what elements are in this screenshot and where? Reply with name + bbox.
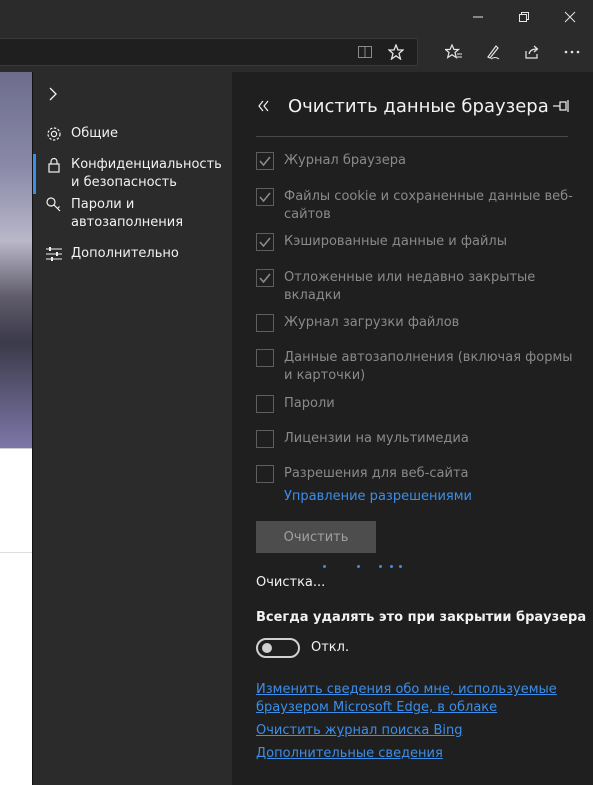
- lock-icon: [45, 156, 63, 174]
- checkbox-label: Разрешения для веб-сайта: [284, 466, 469, 481]
- share-icon: [525, 45, 539, 59]
- checkmark-icon: [259, 237, 271, 248]
- close-icon: [564, 11, 576, 23]
- checkbox-label: Отложенные или недавно закрытые вкладки: [284, 270, 536, 303]
- double-chevron-left-icon: [258, 100, 269, 112]
- page-divider: [0, 552, 32, 553]
- favorites-hub-button[interactable]: [439, 38, 469, 66]
- back-button[interactable]: [256, 98, 272, 114]
- pin-button[interactable]: [552, 98, 570, 114]
- checkmark-icon: [259, 273, 271, 284]
- chevron-right-icon: [49, 87, 57, 101]
- favorite-button[interactable]: [381, 38, 411, 66]
- checkbox-tabs[interactable]: [256, 269, 274, 287]
- minimize-button[interactable]: [455, 0, 501, 34]
- checkbox-label: Лицензии на мультимедиа: [284, 431, 469, 446]
- clear-button[interactable]: Очистить: [256, 521, 376, 553]
- checkbox-label: Кэшированные данные и файлы: [284, 234, 507, 249]
- checkbox-media-licenses[interactable]: [256, 430, 274, 448]
- checkbox-cached-data[interactable]: [256, 233, 274, 251]
- toggle-knob: [262, 643, 272, 653]
- checkbox-label: Журнал загрузки файлов: [284, 315, 460, 330]
- checkbox-autofill[interactable]: [256, 349, 274, 367]
- share-button[interactable]: [517, 38, 547, 66]
- star-icon: [388, 44, 404, 60]
- book-icon: [358, 46, 372, 58]
- title-bar: [0, 0, 593, 34]
- checkbox-label: Пароли: [284, 396, 335, 411]
- checkmark-icon: [259, 192, 271, 203]
- more-icon: [564, 50, 580, 54]
- page-image: [0, 72, 32, 449]
- edge-cloud-info-link[interactable]: Изменить сведения обо мне, используемые …: [256, 681, 576, 717]
- checkbox-label: Журнал браузера: [284, 153, 406, 168]
- expand-nav-button[interactable]: [45, 86, 61, 102]
- minimize-icon: [473, 16, 483, 18]
- nav-item-label: Пароли и автозаполнения: [71, 197, 184, 230]
- reading-view-button[interactable]: [350, 38, 380, 66]
- settings-nav: Общие Конфиденциальность и безопасность …: [32, 72, 232, 785]
- nav-item-label: Общие: [71, 126, 118, 141]
- key-icon: [45, 196, 63, 214]
- selection-indicator: [33, 154, 36, 194]
- clear-data-panel: Очистить данные браузера Журнал браузера…: [232, 72, 593, 785]
- toggle-state-label: Откл.: [311, 640, 350, 655]
- close-window-button[interactable]: [547, 0, 593, 34]
- nav-item-label: Дополнительно: [71, 246, 179, 261]
- sliders-icon: [45, 245, 63, 263]
- checkbox-passwords[interactable]: [256, 395, 274, 413]
- manage-permissions-link[interactable]: Управление разрешениями: [284, 488, 593, 506]
- checkbox-cookies[interactable]: [256, 188, 274, 206]
- always-clear-heading: Всегда удалять это при закрытии браузера: [256, 610, 587, 625]
- checkbox-label: Данные автозаполнения (включая формы и к…: [284, 350, 573, 383]
- title-divider: [256, 136, 568, 137]
- notes-button[interactable]: [478, 38, 508, 66]
- checkbox-download-history[interactable]: [256, 314, 274, 332]
- web-page-content[interactable]: [0, 72, 32, 785]
- favorites-icon: [445, 44, 462, 59]
- panel-title: Очистить данные браузера: [288, 96, 549, 117]
- always-clear-toggle[interactable]: [256, 638, 300, 658]
- pen-icon: [487, 45, 500, 60]
- restore-icon: [519, 12, 529, 22]
- checkbox-label: Файлы cookie и сохраненные данные веб-са…: [284, 189, 573, 222]
- clear-bing-history-link[interactable]: Очистить журнал поиска Bing: [256, 722, 576, 740]
- more-button[interactable]: [557, 38, 587, 66]
- checkmark-icon: [259, 156, 271, 167]
- gear-icon: [45, 125, 63, 143]
- restore-button[interactable]: [501, 0, 547, 34]
- pin-icon: [553, 100, 569, 112]
- nav-item-label: Конфиденциальность и безопасность: [71, 157, 222, 190]
- status-text: Очистка...: [256, 575, 326, 590]
- more-info-link[interactable]: Дополнительные сведения: [256, 745, 576, 763]
- checkbox-browsing-history[interactable]: [256, 152, 274, 170]
- checkbox-site-permissions[interactable]: [256, 465, 274, 483]
